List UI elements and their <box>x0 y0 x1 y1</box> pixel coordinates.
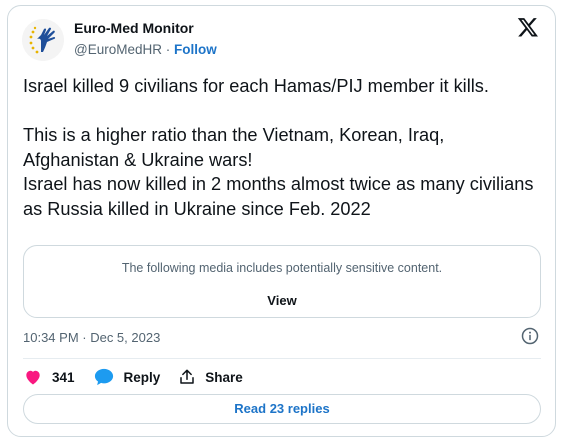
tweet-timestamp[interactable]: 10:34 PM · Dec 5, 2023 <box>23 330 160 345</box>
share-button[interactable]: Share <box>178 368 243 386</box>
follow-button[interactable]: Follow <box>174 42 217 57</box>
handle-separator: · <box>161 42 174 57</box>
author-handle-row: @EuroMedHR · Follow <box>74 42 217 57</box>
divider <box>23 358 541 359</box>
author-handle[interactable]: @EuroMedHR <box>74 42 162 57</box>
action-bar: 341 Reply Share <box>23 366 261 388</box>
x-logo-icon[interactable] <box>517 16 539 38</box>
info-icon[interactable] <box>521 327 539 345</box>
reply-label: Reply <box>123 369 161 385</box>
share-label: Share <box>205 369 243 385</box>
like-button[interactable]: 341 <box>23 367 75 387</box>
like-count: 341 <box>52 369 75 385</box>
share-upload-icon <box>180 369 195 384</box>
speech-bubble-icon <box>94 368 113 386</box>
tweet-text: Israel killed 9 civilians for each Hamas… <box>23 76 534 219</box>
reply-button[interactable]: Reply <box>93 367 161 387</box>
view-media-button[interactable]: View <box>24 293 540 308</box>
read-replies-button[interactable]: Read 23 replies <box>23 394 541 424</box>
author-name[interactable]: Euro-Med Monitor <box>74 20 194 36</box>
heart-icon <box>26 370 40 385</box>
author-avatar[interactable] <box>22 19 64 61</box>
euro-med-logo-icon <box>22 19 64 61</box>
media-warning-text: The following media includes potentially… <box>121 261 443 275</box>
sensitive-media-warning: The following media includes potentially… <box>23 245 541 318</box>
